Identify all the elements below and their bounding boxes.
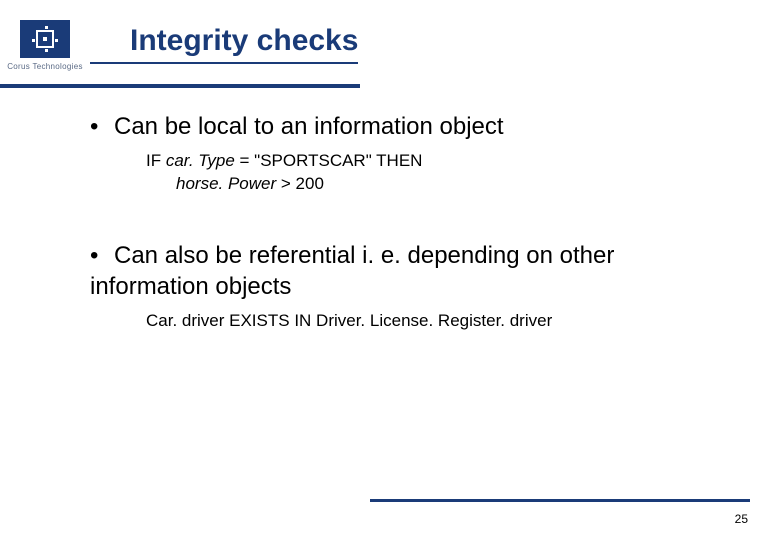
title-underline [0, 84, 360, 88]
bullet-1-sub-line1-italic: car. Type [166, 151, 235, 170]
bullet-2: •Can also be referential i. e. depending… [90, 240, 720, 302]
footer-divider [370, 499, 750, 502]
bullet-1-sub-line1-prefix: IF [146, 151, 166, 170]
bullet-1-sub-line1-suffix: = "SPORTSCAR" THEN [235, 151, 423, 170]
bullet-2-text: Can also be referential i. e. depending … [90, 242, 614, 300]
slide-content: •Can be local to an information object I… [0, 71, 780, 333]
bullet-1-sub: IF car. Type = "SPORTSCAR" THEN horse. P… [146, 150, 720, 196]
brand-name: Corus Technologies [0, 62, 90, 71]
page-number: 25 [735, 512, 748, 526]
bullet-1-sub-line2-suffix: > 200 [276, 174, 324, 193]
brand-logo-icon [20, 20, 70, 58]
bullet-1-sub-line2-italic: horse. Power [176, 174, 276, 193]
slide-header: Corus Technologies Integrity checks [0, 0, 780, 71]
bullet-1: •Can be local to an information object [90, 111, 720, 142]
brand-logo-block: Corus Technologies [0, 16, 90, 71]
slide-title: Integrity checks [90, 16, 358, 64]
bullet-1-text: Can be local to an information object [114, 113, 504, 140]
bullet-2-sub-line1: Car. driver EXISTS IN Driver. License. R… [146, 311, 552, 330]
bullet-2-sub: Car. driver EXISTS IN Driver. License. R… [146, 310, 720, 333]
